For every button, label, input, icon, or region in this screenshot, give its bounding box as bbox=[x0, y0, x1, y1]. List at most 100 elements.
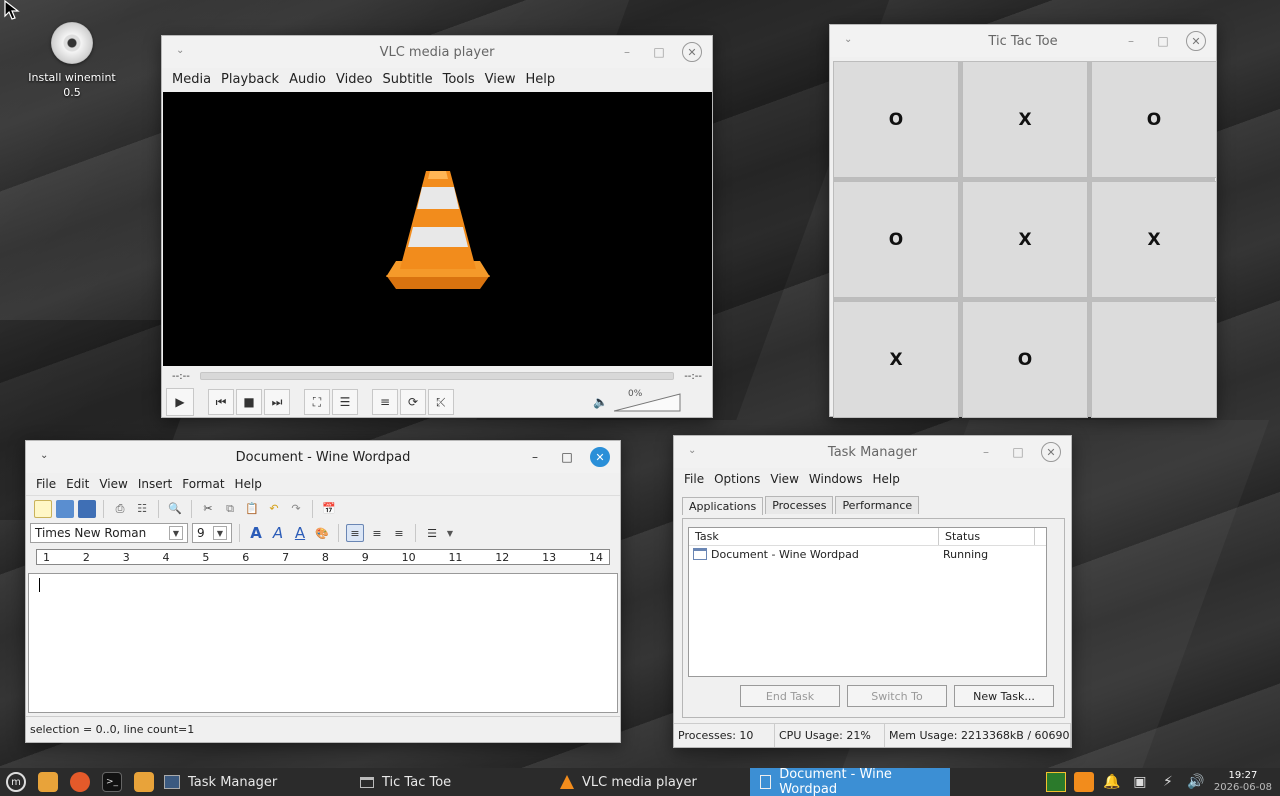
cut-icon[interactable]: ✂ bbox=[199, 500, 217, 518]
clock[interactable]: 19:27 2026-06-08 bbox=[1214, 770, 1272, 794]
column-header-status[interactable]: Status bbox=[939, 528, 1035, 545]
wordpad-titlebar[interactable]: ⌄ Document - Wine Wordpad – □ ✕ bbox=[26, 441, 620, 473]
chevron-down-icon[interactable]: ⌄ bbox=[844, 34, 852, 45]
task-list[interactable]: Task Status Document - Wine Wordpad Runn… bbox=[688, 527, 1047, 677]
vlc-tray-icon[interactable] bbox=[1073, 772, 1094, 792]
find-icon[interactable]: 🔍 bbox=[166, 500, 184, 518]
board-cell[interactable]: X bbox=[962, 181, 1088, 298]
minimize-button[interactable]: – bbox=[1122, 32, 1140, 50]
menu-options[interactable]: Options bbox=[710, 472, 764, 486]
align-center-icon[interactable]: ≡ bbox=[368, 524, 386, 542]
taskbar-task-wordpad[interactable]: Document - Wine Wordpad bbox=[750, 767, 950, 796]
menu-file[interactable]: File bbox=[32, 477, 60, 491]
paste-icon[interactable]: 📋 bbox=[243, 500, 261, 518]
menu-media[interactable]: Media bbox=[168, 72, 215, 87]
copy-icon[interactable]: ⧉ bbox=[221, 500, 239, 518]
menu-file[interactable]: File bbox=[680, 472, 708, 486]
close-button[interactable]: ✕ bbox=[1186, 31, 1206, 51]
menu-help[interactable]: Help bbox=[522, 72, 560, 87]
document-editor[interactable] bbox=[28, 573, 618, 713]
menu-tools[interactable]: Tools bbox=[439, 72, 479, 87]
minimize-button[interactable]: – bbox=[618, 43, 636, 61]
close-button[interactable]: ✕ bbox=[590, 447, 610, 467]
list-item[interactable]: Document - Wine Wordpad Running bbox=[689, 546, 1046, 562]
undo-icon[interactable]: ↶ bbox=[265, 500, 283, 518]
extended-settings-button[interactable]: ☰ bbox=[332, 389, 358, 415]
menu-help[interactable]: Help bbox=[868, 472, 903, 486]
chevron-down-icon[interactable]: ▼ bbox=[169, 526, 183, 540]
volume-slider[interactable]: 0% bbox=[614, 389, 684, 412]
launcher-terminal[interactable]: >_ bbox=[96, 768, 128, 796]
menu-view[interactable]: View bbox=[766, 472, 802, 486]
menu-button[interactable]: m bbox=[0, 768, 32, 796]
chevron-down-icon[interactable]: ▼ bbox=[213, 526, 227, 540]
menu-playback[interactable]: Playback bbox=[217, 72, 283, 87]
board-cell[interactable]: O bbox=[962, 301, 1088, 418]
maximize-button[interactable]: □ bbox=[558, 448, 576, 466]
taskmgr-titlebar[interactable]: ⌄ Task Manager – □ ✕ bbox=[674, 436, 1071, 468]
date-time-icon[interactable]: 📅 bbox=[320, 500, 338, 518]
shuffle-button[interactable]: ⤪ bbox=[428, 389, 454, 415]
font-name-combo[interactable]: Times New Roman ▼ bbox=[30, 523, 188, 543]
launcher-folder[interactable] bbox=[128, 768, 160, 796]
color-palette-icon[interactable]: 🎨 bbox=[313, 524, 331, 542]
fullscreen-button[interactable]: ⛶ bbox=[304, 389, 330, 415]
menu-help[interactable]: Help bbox=[231, 477, 266, 491]
next-button[interactable]: ⏭ bbox=[264, 389, 290, 415]
board-cell[interactable]: X bbox=[833, 301, 959, 418]
board-cell[interactable]: O bbox=[1091, 61, 1217, 178]
board-cell[interactable]: X bbox=[1091, 181, 1217, 298]
tab-applications[interactable]: Applications bbox=[682, 497, 764, 515]
launcher-firefox[interactable] bbox=[64, 768, 96, 796]
ttt-titlebar[interactable]: ⌄ Tic Tac Toe – □ ✕ bbox=[830, 25, 1216, 57]
chevron-down-icon[interactable]: ⌄ bbox=[176, 45, 184, 56]
bell-icon[interactable]: 🔔 bbox=[1102, 772, 1122, 792]
maximize-button[interactable]: □ bbox=[1009, 443, 1027, 461]
bullets-icon[interactable]: ☰ bbox=[423, 524, 441, 542]
menu-format[interactable]: Format bbox=[178, 477, 228, 491]
underline-icon[interactable]: A bbox=[291, 524, 309, 542]
new-icon[interactable] bbox=[34, 499, 52, 518]
board-cell[interactable]: O bbox=[833, 181, 959, 298]
menu-windows[interactable]: Windows bbox=[805, 472, 867, 486]
menu-video[interactable]: Video bbox=[332, 72, 376, 87]
power-icon[interactable]: ⚡ bbox=[1158, 772, 1178, 792]
redo-icon[interactable]: ↷ bbox=[287, 500, 305, 518]
speaker-icon[interactable]: 🔈 bbox=[593, 395, 608, 409]
chevron-down-icon[interactable]: ⌄ bbox=[40, 450, 48, 461]
workspace-icon[interactable]: ▣ bbox=[1130, 772, 1150, 792]
print-icon[interactable]: ⎙ bbox=[111, 500, 129, 518]
loop-button[interactable]: ⟳ bbox=[400, 389, 426, 415]
vlc-titlebar[interactable]: ⌄ VLC media player – □ ✕ bbox=[162, 36, 712, 68]
seek-slider[interactable] bbox=[199, 372, 675, 380]
taskbar-task-task-manager[interactable]: Task Manager bbox=[160, 768, 350, 796]
play-button[interactable]: ▶ bbox=[166, 388, 194, 416]
minimize-button[interactable]: – bbox=[526, 448, 544, 466]
save-icon[interactable] bbox=[78, 499, 96, 518]
close-button[interactable]: ✕ bbox=[1041, 442, 1061, 462]
align-right-icon[interactable]: ≡ bbox=[390, 524, 408, 542]
stop-button[interactable]: ■ bbox=[236, 389, 262, 415]
menu-subtitle[interactable]: Subtitle bbox=[378, 72, 436, 87]
menu-view[interactable]: View bbox=[481, 72, 520, 87]
minimize-button[interactable]: – bbox=[977, 443, 995, 461]
tab-processes[interactable]: Processes bbox=[765, 496, 834, 514]
maximize-button[interactable]: □ bbox=[1154, 32, 1172, 50]
board-cell[interactable]: X bbox=[962, 61, 1088, 178]
desktop-icon-install-winemint[interactable]: Install winemint 0.5 bbox=[20, 22, 124, 100]
speaker-icon[interactable]: 🔊 bbox=[1186, 772, 1206, 792]
board-cell[interactable] bbox=[1091, 301, 1217, 418]
close-button[interactable]: ✕ bbox=[682, 42, 702, 62]
taskbar-task-tictactoe[interactable]: Tic Tac Toe bbox=[350, 768, 550, 796]
taskbar-task-vlc[interactable]: VLC media player bbox=[550, 768, 750, 796]
menu-view[interactable]: View bbox=[95, 477, 131, 491]
column-header-task[interactable]: Task bbox=[689, 528, 939, 545]
end-task-button[interactable]: End Task bbox=[740, 685, 840, 707]
video-area[interactable] bbox=[163, 92, 712, 366]
bold-icon[interactable]: A bbox=[247, 524, 265, 542]
chevron-down-icon[interactable]: ▼ bbox=[445, 524, 455, 542]
ruler[interactable]: 1 2 3 4 5 6 7 8 9 10 11 12 13 14 bbox=[36, 549, 610, 565]
launcher-files[interactable] bbox=[32, 768, 64, 796]
font-size-combo[interactable]: 9 ▼ bbox=[192, 523, 232, 543]
playlist-button[interactable]: ≡ bbox=[372, 389, 398, 415]
